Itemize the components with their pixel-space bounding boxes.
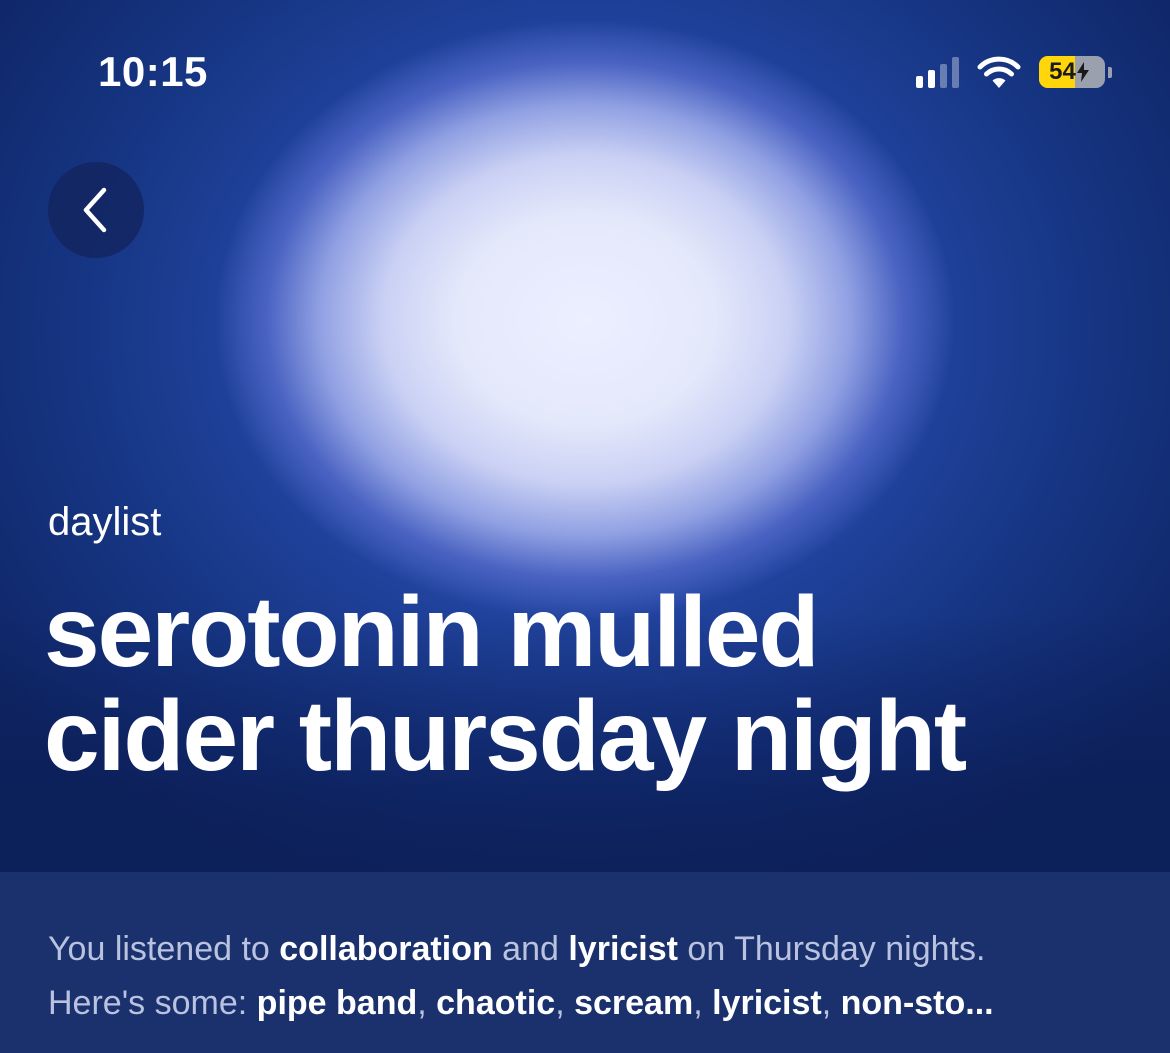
description-keyword: lyricist [568, 930, 678, 968]
playlist-type-label: daylist [48, 500, 162, 544]
battery-body: 54 [1039, 56, 1105, 88]
playlist-title-line2: cider thursday night [44, 680, 967, 792]
playlist-title-line1: serotonin mulled [44, 576, 820, 688]
description-separator: , [693, 984, 713, 1022]
status-icons: 54 [916, 52, 1112, 92]
wifi-icon [977, 56, 1021, 88]
battery-cap [1108, 66, 1112, 78]
description-text: You listened to [48, 930, 280, 968]
description-keyword: collaboration [279, 930, 493, 968]
description-tag: chaotic [436, 984, 556, 1022]
battery-charging-icon: 54 [1039, 56, 1112, 88]
daylist-screen: 10:15 54 daylist serotonin mulled cider … [0, 0, 1170, 1053]
description-separator: , [821, 984, 841, 1022]
status-time: 10:15 [98, 48, 208, 95]
back-button[interactable] [48, 162, 144, 258]
chevron-left-icon [83, 187, 107, 233]
description-tag-truncated: non-sto... [840, 984, 994, 1022]
signal-icon [916, 56, 959, 88]
playlist-description: You listened to collaboration and lyrici… [48, 922, 1128, 1030]
description-tag: pipe band [256, 984, 418, 1022]
description-tag: lyricist [712, 984, 822, 1022]
description-text: Here's some: [48, 984, 257, 1022]
battery-level: 54 [1049, 58, 1076, 85]
bolt-icon [1076, 62, 1089, 82]
description-tag: scream [574, 984, 694, 1022]
description-separator: , [555, 984, 575, 1022]
description-text: and [492, 930, 569, 968]
playlist-title: serotonin mulled cider thursday night [44, 580, 1144, 788]
description-text: on Thursday nights. [677, 930, 986, 968]
description-separator: , [417, 984, 437, 1022]
